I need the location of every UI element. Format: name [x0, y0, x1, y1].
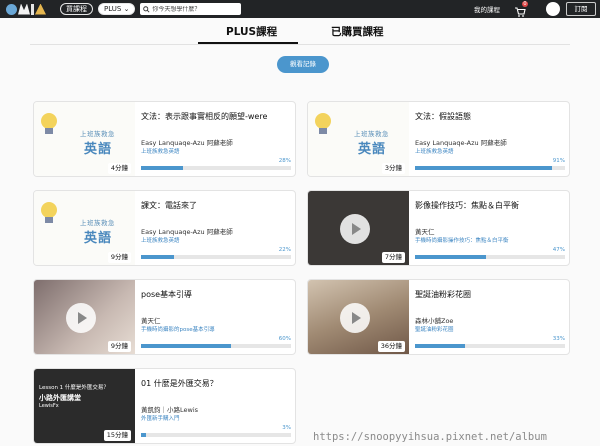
progress-fill	[415, 166, 552, 170]
progress-percent: 28%	[278, 158, 291, 164]
course-card[interactable]: Lesson 1 什麼是外匯交易？ 小路外匯講堂 LewisFx 15分鐘 01…	[33, 368, 296, 444]
course-thumbnail: 上班族救急 英語 9分鐘	[34, 191, 135, 265]
avatar[interactable]	[546, 2, 560, 16]
tab-purchased-courses[interactable]: 已購買課程	[331, 24, 384, 39]
course-title[interactable]: 課文：電話來了	[141, 200, 197, 211]
course-thumbnail: 9分鐘	[34, 280, 135, 354]
cover-brand: 小路外匯講堂	[39, 394, 81, 402]
progress-bar	[141, 255, 291, 259]
subscribe-button[interactable]: 訂閱	[566, 2, 596, 16]
progress-fill	[141, 166, 183, 170]
watermark-url: https://snoopyyihsua.pixnet.net/album	[313, 431, 547, 443]
course-author: 黃天仁	[141, 317, 161, 325]
cart-badge: 0	[522, 1, 528, 7]
cart-icon	[515, 7, 526, 17]
progress-percent: 91%	[552, 158, 565, 164]
course-title[interactable]: 聖誕油粉彩花圈	[415, 289, 471, 300]
thumb-caption-large: 英語	[84, 231, 113, 246]
progress-fill	[415, 344, 465, 348]
course-channel[interactable]: 上班族救急英語	[141, 147, 180, 155]
course-author: 森林小舖Zoe	[415, 317, 454, 325]
search-icon	[143, 5, 150, 13]
course-channel[interactable]: 上班族救急英語	[141, 236, 180, 244]
lightbulb-icon	[315, 113, 331, 134]
progress-bar	[415, 344, 565, 348]
lightbulb-icon	[41, 113, 57, 134]
duration-badge: 4分鐘	[107, 163, 131, 174]
progress-fill	[141, 255, 174, 259]
search-input[interactable]	[152, 5, 239, 13]
course-title[interactable]: pose基本引導	[141, 289, 192, 300]
logo[interactable]	[6, 3, 46, 15]
course-author: Easy Lanquaqe-Azu 阿蘇老師	[141, 228, 233, 236]
course-thumbnail: 36分鐘	[308, 280, 409, 354]
progress-fill	[415, 255, 486, 259]
duration-badge: 9分鐘	[107, 341, 131, 352]
progress-percent: 22%	[278, 247, 291, 253]
thumb-caption-large: 英語	[358, 142, 387, 157]
course-title[interactable]: 文法：假設語態	[415, 111, 471, 122]
thumb-caption-large: 英語	[84, 142, 113, 157]
course-thumbnail: 上班族救急 英語 4分鐘	[34, 102, 135, 176]
plus-label: PLUS	[104, 5, 122, 13]
thumb-caption: 上班族救急	[80, 130, 115, 138]
progress-percent: 47%	[552, 247, 565, 253]
watch-history-button[interactable]: 觀看記錄	[277, 56, 329, 73]
course-author: 黃凱鈞｜小路Lewis	[141, 406, 199, 414]
course-thumbnail: 7分鐘	[308, 191, 409, 265]
course-channel[interactable]: 外匯新手購入門	[141, 414, 180, 422]
play-icon[interactable]	[340, 303, 370, 333]
course-card[interactable]: 36分鐘 聖誕油粉彩花圈 森林小舖Zoe 聖誕油粉彩花圈 33%	[307, 279, 570, 355]
thumb-caption: 上班族救急	[354, 130, 389, 138]
lightbulb-icon	[41, 202, 57, 223]
course-title[interactable]: 影像操作技巧：焦點＆白平衡	[415, 200, 519, 211]
search-bar[interactable]	[140, 3, 242, 15]
course-channel[interactable]: 聖誕油粉彩花圈	[415, 325, 454, 333]
thumb-caption: 上班族救急	[80, 219, 115, 227]
course-author: Easy Lanquaqe-Azu 阿蘇老師	[141, 139, 233, 147]
course-card[interactable]: 上班族救急 英語 3分鐘 文法：假設語態 Easy Lanquaqe-Azu 阿…	[307, 101, 570, 177]
course-thumbnail: 上班族救急 英語 3分鐘	[308, 102, 409, 176]
buy-courses-button[interactable]: 買課程	[60, 3, 93, 15]
course-card[interactable]: 上班族救急 英語 4分鐘 文法：表示跟事實相反的願望-were Easy Lan…	[33, 101, 296, 177]
course-channel[interactable]: 上班族救急英語	[415, 147, 454, 155]
course-card[interactable]: 7分鐘 影像操作技巧：焦點＆白平衡 黃天仁 手機時尚攝影操作技巧：焦點＆白平衡 …	[307, 190, 570, 266]
duration-badge: 9分鐘	[107, 252, 131, 263]
duration-badge: 3分鐘	[381, 163, 405, 174]
course-card[interactable]: 上班族救急 英語 9分鐘 課文：電話來了 Easy Lanquaqe-Azu 阿…	[33, 190, 296, 266]
course-author: Easy Lanquaqe-Azu 阿蘇老師	[415, 139, 507, 147]
course-channel[interactable]: 手機時尚攝影的pose基本引導	[141, 325, 215, 333]
cover-subbrand: LewisFx	[39, 403, 59, 409]
course-title[interactable]: 文法：表示跟事實相反的願望-were	[141, 111, 267, 122]
duration-badge: 36分鐘	[377, 341, 405, 352]
progress-percent: 3%	[282, 425, 291, 431]
cover-lesson-title: Lesson 1 什麼是外匯交易？	[39, 385, 109, 391]
course-card[interactable]: 9分鐘 pose基本引導 黃天仁 手機時尚攝影的pose基本引導 60%	[33, 279, 296, 355]
progress-bar	[415, 255, 565, 259]
play-icon[interactable]	[340, 214, 370, 244]
tab-divider	[30, 44, 570, 45]
cart-button[interactable]: 0	[514, 1, 528, 17]
progress-bar	[141, 433, 291, 437]
course-author: 黃天仁	[415, 228, 435, 236]
progress-fill	[141, 344, 231, 348]
duration-badge: 15分鐘	[103, 430, 131, 441]
plus-dropdown[interactable]: PLUS ⌄	[98, 3, 136, 15]
chevron-down-icon: ⌄	[123, 5, 130, 13]
progress-percent: 60%	[278, 336, 291, 342]
tab-plus-courses[interactable]: PLUS課程	[226, 24, 277, 39]
course-thumbnail: Lesson 1 什麼是外匯交易？ 小路外匯講堂 LewisFx 15分鐘	[34, 369, 135, 443]
top-navbar: 買課程 PLUS ⌄ 我的課程 0 訂閱	[0, 0, 600, 18]
course-channel[interactable]: 手機時尚攝影操作技巧：焦點＆白平衡	[415, 236, 509, 244]
course-title[interactable]: 01 什麼是外匯交易？	[141, 378, 218, 389]
progress-bar	[141, 166, 291, 170]
duration-badge: 7分鐘	[381, 252, 405, 263]
progress-bar	[415, 166, 565, 170]
progress-percent: 33%	[552, 336, 565, 342]
my-courses-link[interactable]: 我的課程	[474, 4, 500, 14]
progress-fill	[141, 433, 146, 437]
progress-bar	[141, 344, 291, 348]
play-icon[interactable]	[66, 303, 96, 333]
